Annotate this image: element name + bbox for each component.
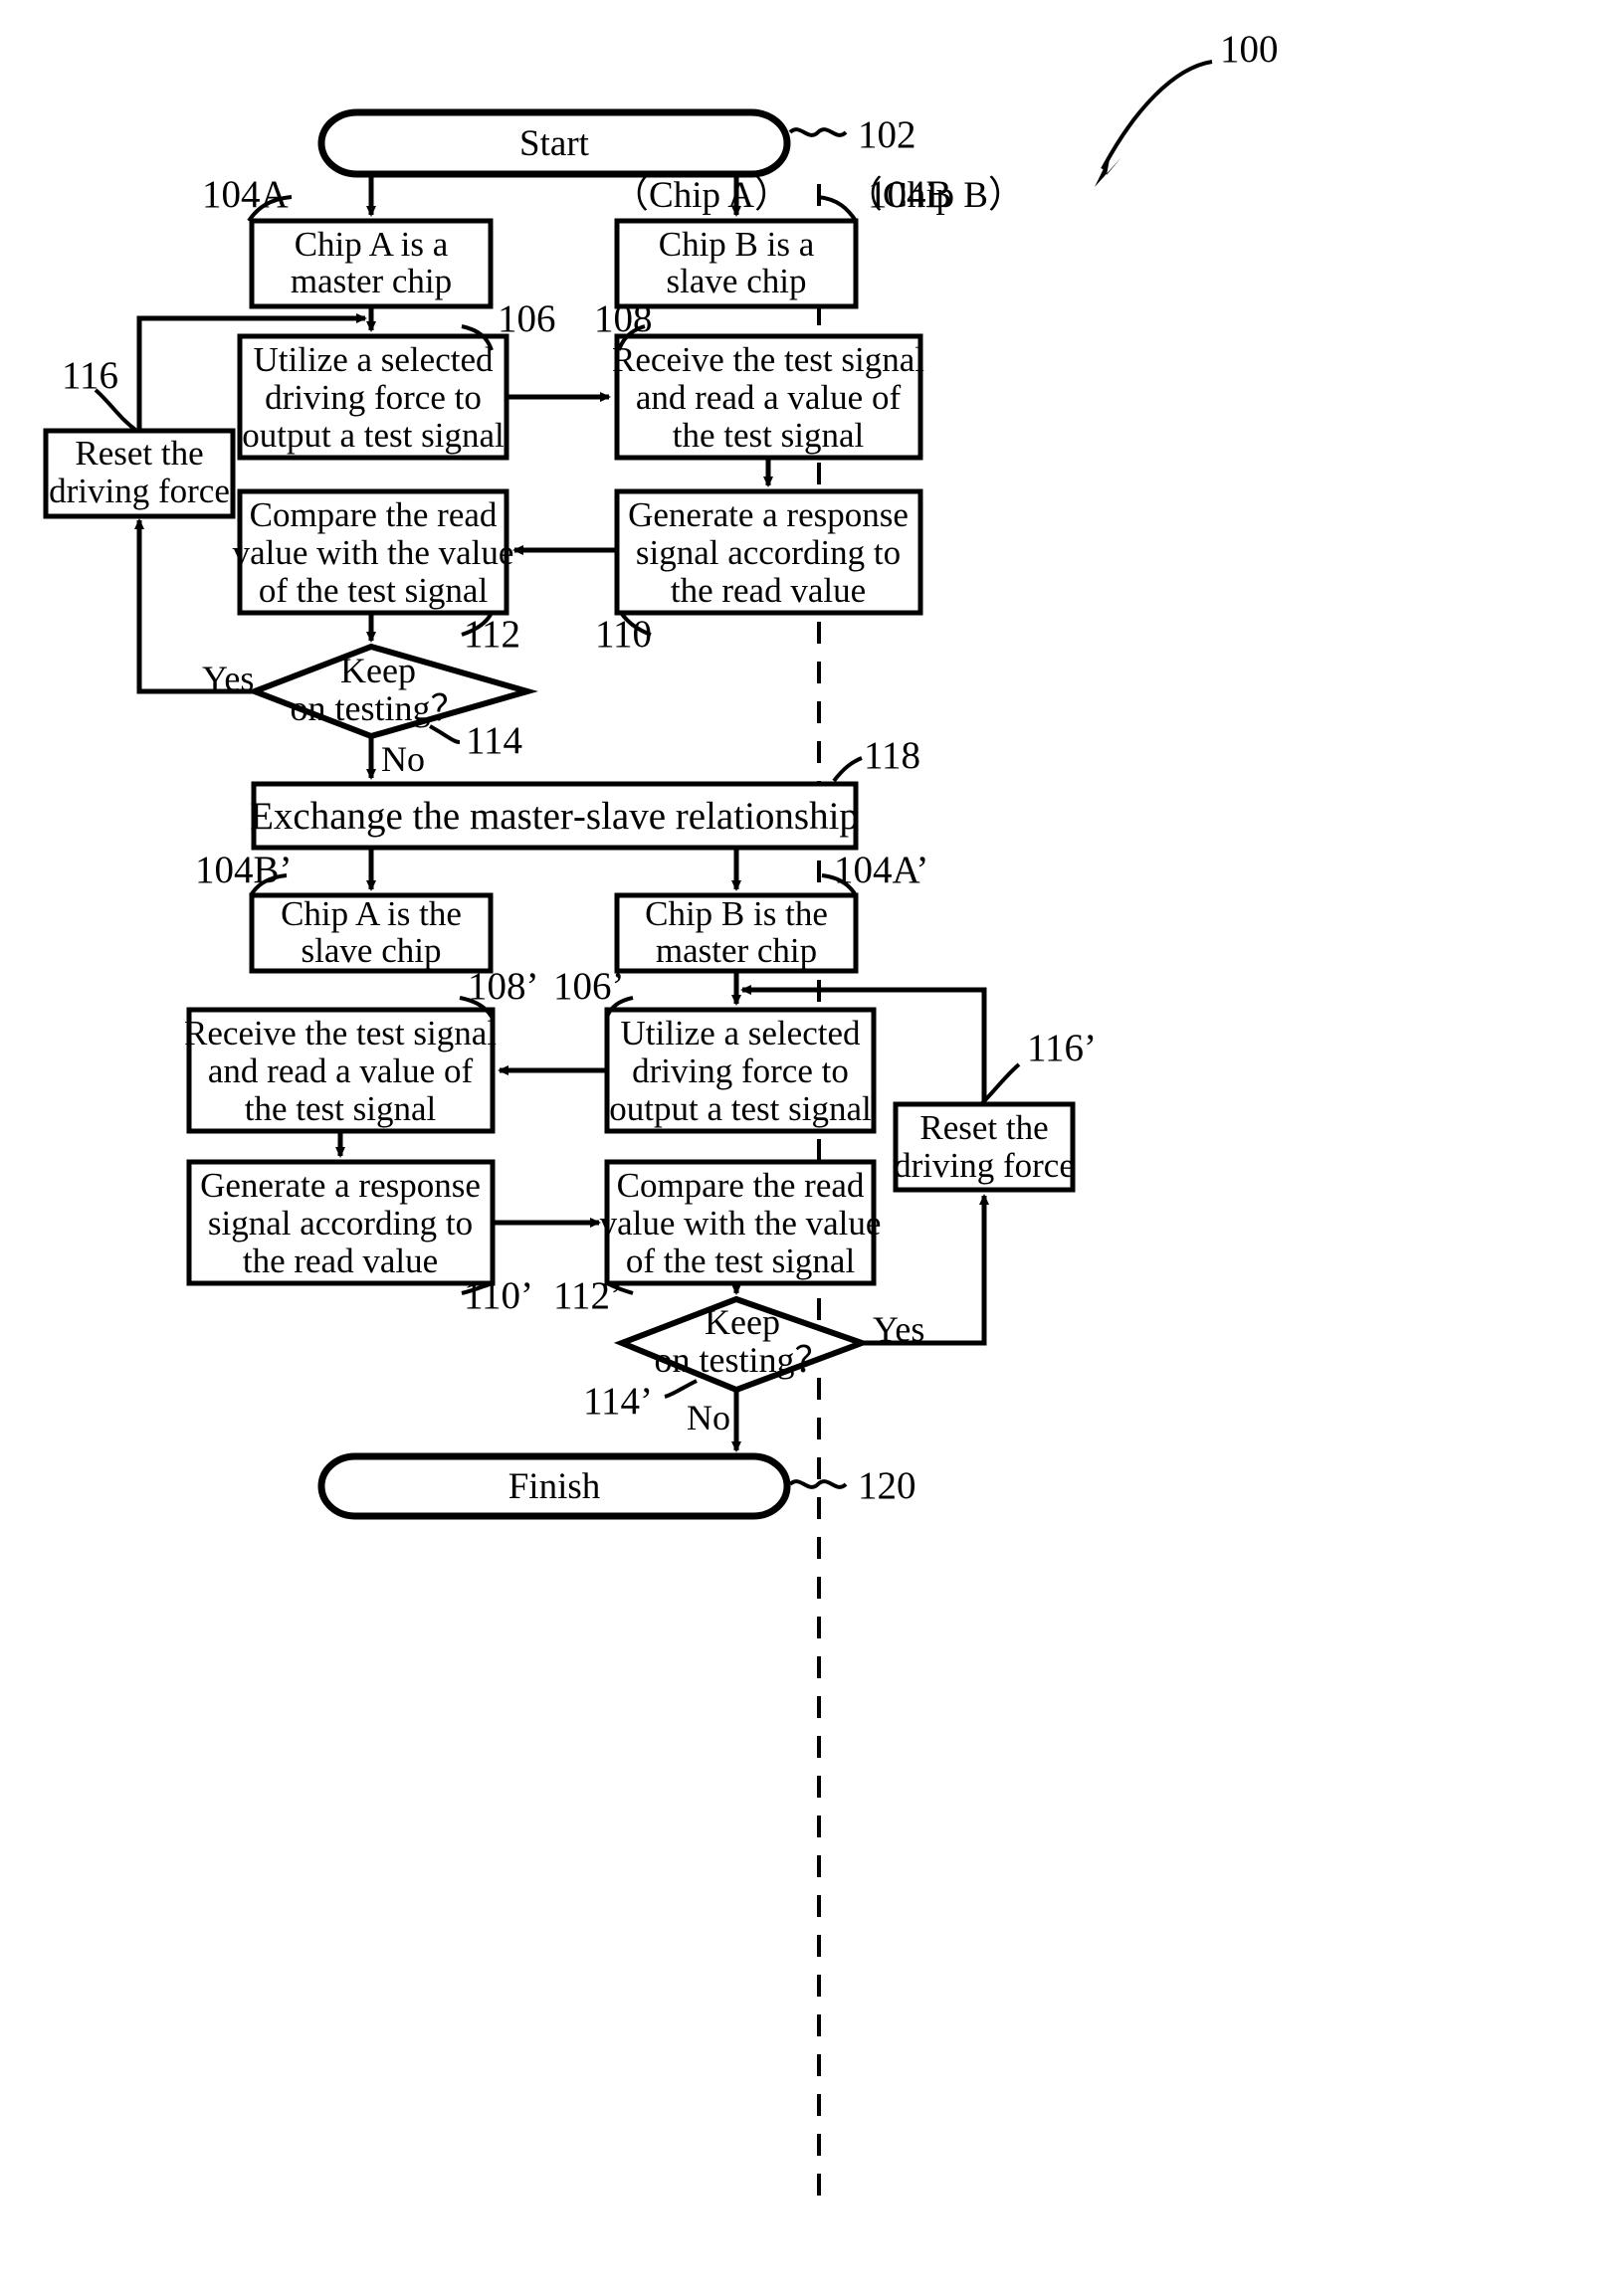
lane-label-chip-a: （Chip A） [612, 175, 791, 216]
start-ref-label: 102 [858, 113, 916, 156]
compare-top-line1: Compare the read [250, 495, 498, 534]
reset-top-line1: Reset the [75, 434, 203, 473]
generate-top-line3: the read value [671, 571, 866, 610]
ref-110-label: 110 [595, 613, 652, 656]
generate-bot-line3: the read value [243, 1242, 438, 1280]
chip-a-master-line1: Chip A is a [295, 225, 449, 264]
receive-top-line2: and read a value of [636, 378, 902, 417]
ref-104bp-label: 104B’ [195, 849, 293, 891]
ref-104ap-label: 104A’ [834, 849, 928, 891]
generate-top-line1: Generate a response [628, 495, 909, 534]
start-label: Start [519, 123, 590, 164]
chip-a-slave-line2: slave chip [302, 931, 442, 970]
ref-106-label: 106 [498, 297, 556, 340]
ref-116p-label: 116’ [1027, 1027, 1097, 1069]
utilize-bot-line3: output a test signal [609, 1089, 872, 1128]
decision-bot-line1: Keep [705, 1302, 780, 1342]
decision-bot-yes-label: Yes [873, 1309, 924, 1349]
ref-104b-label: 104B [868, 173, 952, 216]
chip-b-slave-line2: slave chip [667, 262, 807, 300]
reset-bot-line1: Reset the [919, 1108, 1048, 1147]
exchange-label: Exchange the master‑slave relationship [250, 795, 859, 838]
chip-b-master-line1: Chip B is the [645, 894, 828, 933]
ref-114-label: 114 [466, 719, 522, 762]
decision-bot-no-label: No [687, 1398, 730, 1437]
decision-top-line2: on testing？ [291, 688, 467, 728]
generate-bot-line1: Generate a response [200, 1166, 481, 1205]
utilize-bot-line2: driving force to [632, 1052, 849, 1090]
finish-ref-label: 120 [858, 1464, 916, 1507]
chip-a-master-line2: master chip [291, 262, 452, 300]
ref-118-label: 118 [864, 734, 920, 777]
finish-label: Finish [508, 1466, 601, 1507]
figure-ref-label: 100 [1220, 28, 1279, 71]
ref-104a-label: 104A [202, 173, 289, 216]
decision-top-line1: Keep [340, 651, 416, 690]
ref-110p-label: 110’ [464, 1274, 533, 1317]
utilize-top-line3: output a test signal [242, 416, 505, 455]
chip-a-slave-line1: Chip A is the [281, 894, 462, 933]
compare-bot-line2: value with the value [600, 1204, 882, 1243]
receive-bot-line3: the test signal [245, 1089, 437, 1128]
receive-bot-line1: Receive the test signal [184, 1014, 497, 1052]
decision-top-yes-label: Yes [202, 659, 254, 698]
utilize-bot-line1: Utilize a selected [621, 1014, 861, 1052]
ref-108-label: 108 [594, 297, 653, 340]
receive-bot-line2: and read a value of [208, 1052, 474, 1090]
chip-b-slave-line1: Chip B is a [659, 225, 815, 264]
generate-top-line2: signal according to [636, 533, 901, 572]
generate-bot-line2: signal according to [208, 1204, 473, 1243]
receive-top-line1: Receive the test signal [612, 340, 924, 379]
reset-bot-line2: driving force [894, 1146, 1075, 1185]
flowchart-text-layer: 100 Start 102 （Chip A） （Chip B） 104A Chi… [49, 28, 1279, 1507]
decision-bot-line2: on testing？ [655, 1340, 831, 1380]
ref-108p-label: 108’ [468, 965, 539, 1008]
compare-bot-line1: Compare the read [617, 1166, 865, 1205]
ref-112p-label: 112’ [553, 1274, 623, 1317]
compare-top-line3: of the test signal [259, 571, 489, 610]
decision-top-no-label: No [381, 739, 425, 779]
utilize-top-line2: driving force to [265, 378, 482, 417]
ref-106p-label: 106’ [553, 965, 625, 1008]
ref-112-label: 112 [464, 613, 520, 656]
compare-top-line2: value with the value [233, 533, 514, 572]
reset-top-line2: driving force [49, 472, 230, 510]
ref-114p-label: 114’ [583, 1380, 653, 1423]
ref-116-label: 116 [62, 354, 118, 397]
compare-bot-line3: of the test signal [626, 1242, 856, 1280]
patent-flowchart-figure: 100 Start 102 （Chip A） （Chip B） 104A Chi… [0, 0, 1624, 2296]
receive-top-line3: the test signal [673, 416, 865, 455]
chip-b-master-line2: master chip [656, 931, 817, 970]
utilize-top-line1: Utilize a selected [254, 340, 494, 379]
